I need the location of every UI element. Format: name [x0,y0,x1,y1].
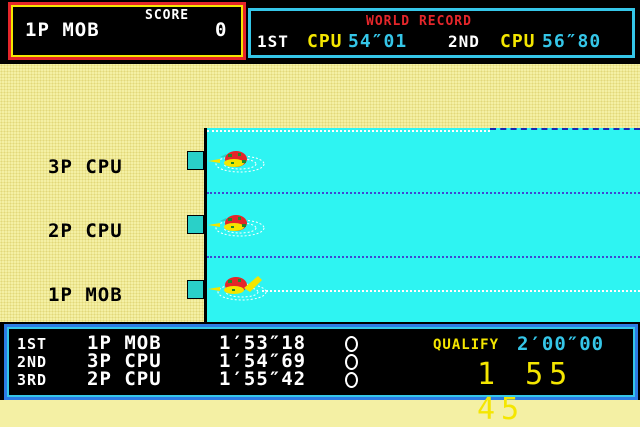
circle-icon [345,336,358,352]
lane-label-2p: 2P CPU [48,220,123,242]
starting-block [187,215,204,234]
record-first-time: 54″01 [348,31,408,52]
record-second-rank: 2ND [448,32,480,51]
world-record-title: WORLD RECORD [366,14,472,29]
lane-line [490,128,640,130]
circle-icon [345,354,358,370]
standing-rank: 1ST [17,335,48,353]
player-label: 1P MOB [25,19,100,41]
top-hud: 1P MOB SCORE 0 WORLD RECORD 1ST CPU 54″0… [0,0,640,64]
standing-rank: 3RD [17,371,48,389]
lane-line [207,192,640,194]
standing-rank: 2ND [17,353,48,371]
score-panel: 1P MOB SCORE 0 [8,2,246,60]
lane-line [207,130,490,132]
race-timer: 1 55 45 [477,357,574,427]
starting-block [187,280,204,299]
record-first-rank: 1ST [257,32,289,51]
record-first-name: CPU [307,31,343,52]
lane-line [207,256,640,258]
score-value: 0 [215,19,228,41]
qualify-time: 2′00″00 [517,333,605,355]
standings-hud: 1ST 1P MOB 1′53″18 2ND 3P CPU 1′54″69 3R… [0,322,640,427]
lane-label-1p: 1P MOB [48,284,123,306]
lane-line [262,290,640,292]
swimmer-2p [208,215,265,237]
swimmer-3p [208,151,265,173]
qualify-label: QUALIFY [433,337,500,353]
lane-label-3p: 3P CPU [48,156,123,178]
circle-icon [345,372,358,388]
starting-block [187,151,204,170]
record-second-name: CPU [500,31,536,52]
standing-time: 1′55″42 [219,368,307,390]
score-title: SCORE [145,8,190,23]
standing-name: 2P CPU [87,368,162,390]
world-record-panel: WORLD RECORD 1ST CPU 54″01 2ND CPU 56″80 [248,8,635,58]
swimmer-1p [208,276,267,301]
standings-panel: 1ST 1P MOB 1′53″18 2ND 3P CPU 1′54″69 3R… [4,324,638,427]
record-second-time: 56″80 [542,31,602,52]
